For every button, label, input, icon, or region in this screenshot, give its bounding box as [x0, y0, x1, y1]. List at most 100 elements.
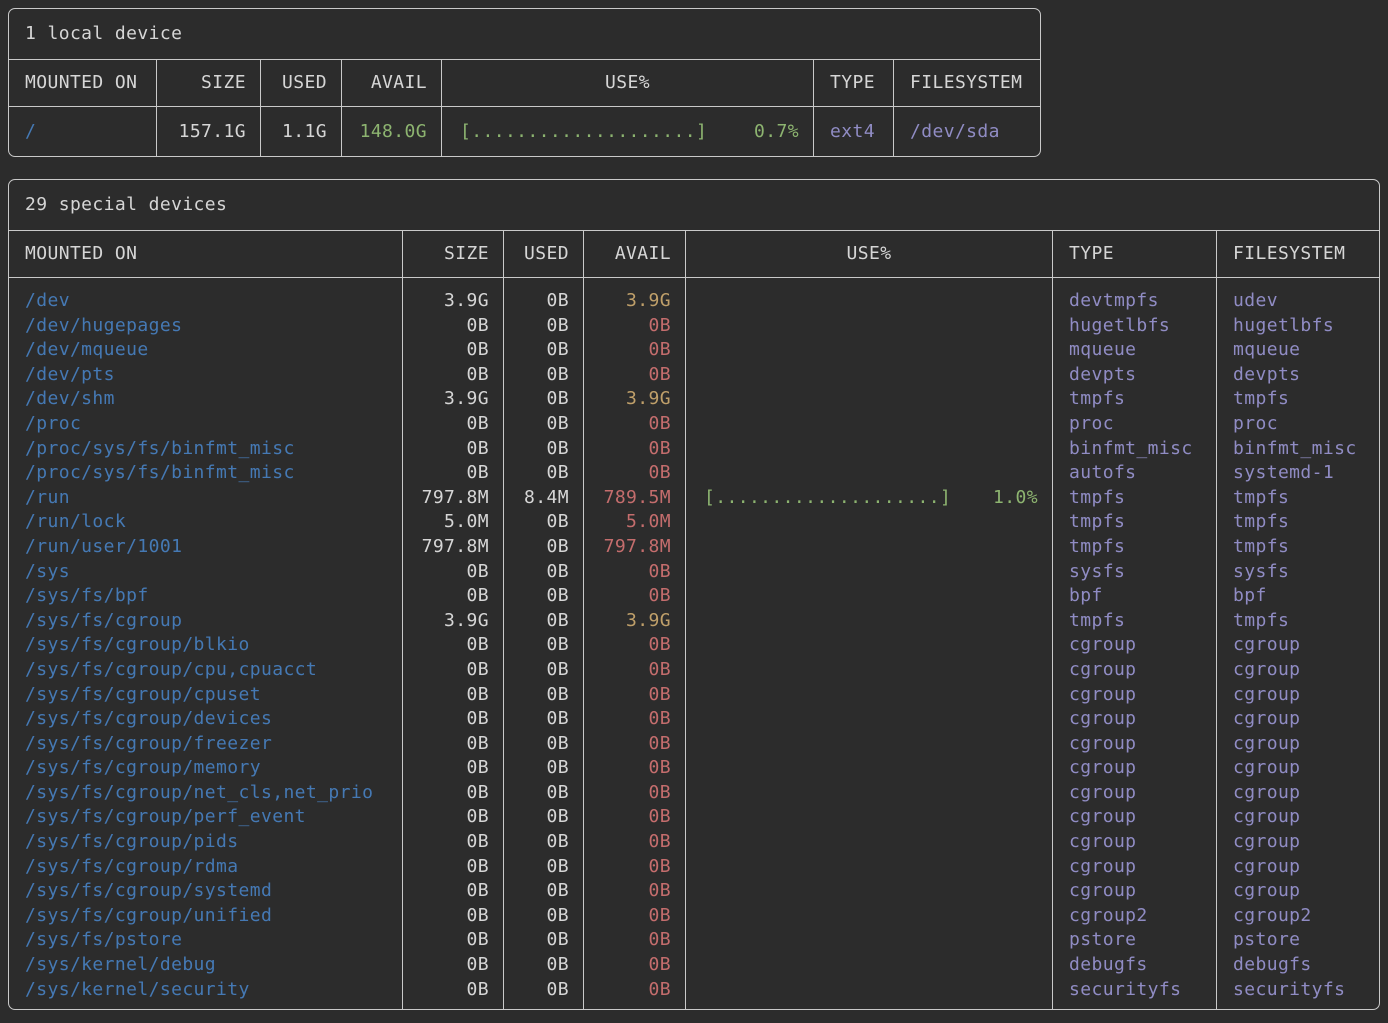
used-value: 0B	[504, 805, 584, 830]
avail-value: 0B	[584, 879, 686, 904]
type-value: tmpfs	[1053, 387, 1217, 412]
column-header-size: SIZE	[157, 60, 261, 107]
type-value: cgroup	[1053, 830, 1217, 855]
used-value: 0B	[504, 278, 584, 314]
usage-cell	[686, 805, 1053, 830]
filesystem-value: cgroup	[1217, 683, 1379, 708]
column-header-used: USED	[504, 231, 584, 278]
size-value: 3.9G	[403, 609, 504, 634]
used-value: 0B	[504, 658, 584, 683]
column-header-filesystem: FILESYSTEM	[1217, 231, 1379, 278]
avail-value: 148.0G	[342, 107, 442, 156]
mount-point: /proc	[9, 412, 403, 437]
avail-value: 0B	[584, 363, 686, 388]
mount-point: /sys/fs/cgroup/net_cls,net_prio	[9, 781, 403, 806]
type-value: cgroup	[1053, 756, 1217, 781]
filesystem-value: cgroup	[1217, 732, 1379, 757]
type-value: cgroup	[1053, 683, 1217, 708]
usage-percent: 0.7%	[754, 107, 799, 156]
usage-bar: [....................]	[460, 107, 707, 156]
filesystem-value: tmpfs	[1217, 535, 1379, 560]
size-value: 0B	[403, 953, 504, 978]
mount-point: /sys/fs/cgroup/freezer	[9, 732, 403, 757]
type-value: sysfs	[1053, 560, 1217, 585]
filesystem-value: cgroup2	[1217, 904, 1379, 929]
size-value: 0B	[403, 879, 504, 904]
type-value: securityfs	[1053, 978, 1217, 1010]
size-value: 0B	[403, 461, 504, 486]
type-value: debugfs	[1053, 953, 1217, 978]
usage-cell	[686, 609, 1053, 634]
special-devices-panel: 29 special devices MOUNTED ONSIZEUSEDAVA…	[8, 179, 1380, 1010]
mount-point: /run/lock	[9, 510, 403, 535]
mount-point: /dev/pts	[9, 363, 403, 388]
type-value: cgroup	[1053, 633, 1217, 658]
mount-point: /run/user/1001	[9, 535, 403, 560]
size-value: 0B	[403, 904, 504, 929]
filesystem-value: udev	[1217, 278, 1379, 314]
avail-value: 3.9G	[584, 278, 686, 314]
type-value: cgroup	[1053, 658, 1217, 683]
usage-cell	[686, 560, 1053, 585]
size-value: 0B	[403, 928, 504, 953]
usage-percent: 1.0%	[993, 486, 1038, 511]
size-value: 0B	[403, 437, 504, 462]
used-value: 0B	[504, 879, 584, 904]
filesystem-value: cgroup	[1217, 756, 1379, 781]
local-devices-panel: 1 local device MOUNTED ONSIZEUSEDAVAILUS…	[8, 8, 1041, 157]
used-value: 0B	[504, 338, 584, 363]
filesystem-value: cgroup	[1217, 879, 1379, 904]
type-value: devpts	[1053, 363, 1217, 388]
avail-value: 3.9G	[584, 387, 686, 412]
avail-value: 0B	[584, 683, 686, 708]
used-value: 0B	[504, 609, 584, 634]
used-value: 0B	[504, 756, 584, 781]
used-value: 0B	[504, 510, 584, 535]
column-header-avail: AVAIL	[584, 231, 686, 278]
avail-value: 0B	[584, 953, 686, 978]
size-value: 0B	[403, 732, 504, 757]
usage-cell	[686, 732, 1053, 757]
filesystem-value: securityfs	[1217, 978, 1379, 1010]
type-value: tmpfs	[1053, 486, 1217, 511]
type-value: tmpfs	[1053, 510, 1217, 535]
avail-value: 0B	[584, 781, 686, 806]
usage-cell	[686, 437, 1053, 462]
avail-value: 3.9G	[584, 609, 686, 634]
mount-point: /sys/fs/bpf	[9, 584, 403, 609]
type-value: tmpfs	[1053, 609, 1217, 634]
avail-value: 0B	[584, 412, 686, 437]
filesystem-value: cgroup	[1217, 805, 1379, 830]
avail-value: 0B	[584, 437, 686, 462]
filesystem-value: cgroup	[1217, 633, 1379, 658]
local-devices-title: 1 local device	[9, 9, 1040, 60]
used-value: 0B	[504, 584, 584, 609]
used-value: 0B	[504, 928, 584, 953]
used-value: 0B	[504, 707, 584, 732]
used-value: 8.4M	[504, 486, 584, 511]
mount-point: /dev/shm	[9, 387, 403, 412]
usage-cell	[686, 461, 1053, 486]
used-value: 0B	[504, 535, 584, 560]
used-value: 0B	[504, 363, 584, 388]
usage-cell	[686, 781, 1053, 806]
type-value: cgroup	[1053, 732, 1217, 757]
usage-cell	[686, 387, 1053, 412]
avail-value: 789.5M	[584, 486, 686, 511]
size-value: 0B	[403, 855, 504, 880]
filesystem-value: cgroup	[1217, 855, 1379, 880]
column-header-mounted-on: MOUNTED ON	[9, 231, 403, 278]
size-value: 0B	[403, 683, 504, 708]
avail-value: 0B	[584, 904, 686, 929]
usage-cell	[686, 953, 1053, 978]
filesystem-value: cgroup	[1217, 658, 1379, 683]
column-header-size: SIZE	[403, 231, 504, 278]
size-value: 0B	[403, 633, 504, 658]
column-header-type: TYPE	[814, 60, 894, 107]
used-value: 0B	[504, 633, 584, 658]
filesystem-value: tmpfs	[1217, 387, 1379, 412]
usage-cell	[686, 278, 1053, 314]
mount-point: /sys/kernel/debug	[9, 953, 403, 978]
type-value: bpf	[1053, 584, 1217, 609]
mount-point: /sys/fs/cgroup/cpu,cpuacct	[9, 658, 403, 683]
